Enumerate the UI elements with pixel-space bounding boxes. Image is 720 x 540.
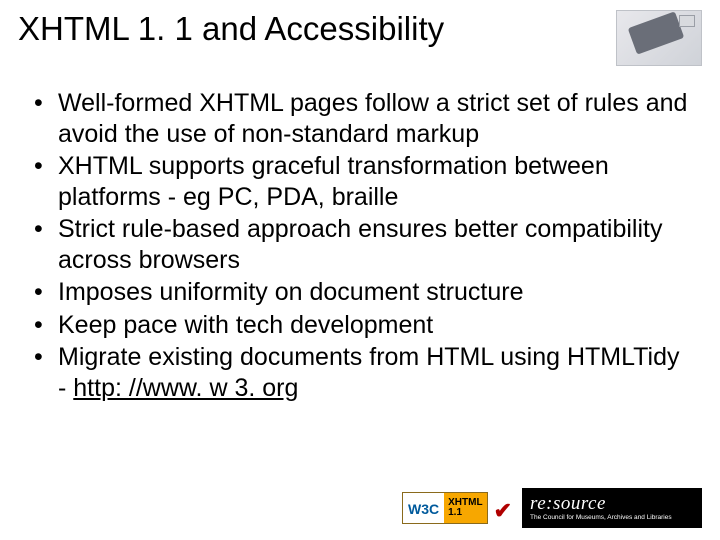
list-item: Well-formed XHTML pages follow a strict … (30, 88, 690, 149)
list-item: Strict rule-based approach ensures bette… (30, 214, 690, 275)
checkmark-icon: ✔ (494, 498, 512, 524)
w3c-badge-right: XHTML 1.1 (444, 493, 486, 523)
list-item: Keep pace with tech development (30, 310, 690, 341)
resource-logo: re:source The Council for Museums, Archi… (522, 488, 702, 528)
footer-logos: W3C XHTML 1.1 ✔ re:source The Council fo… (402, 488, 702, 528)
slide-title: XHTML 1. 1 and Accessibility (18, 10, 444, 48)
htmltidy-link[interactable]: http: //www. w 3. org (73, 374, 298, 402)
resource-tagline: The Council for Museums, Archives and Li… (530, 514, 696, 521)
w3c-line2: 1.1 (448, 508, 482, 519)
list-item: Imposes uniformity on document structure (30, 277, 690, 308)
list-item: XHTML supports graceful transformation b… (30, 151, 690, 212)
bullet-list: Well-formed XHTML pages follow a strict … (30, 88, 690, 403)
resource-name: re:source (530, 494, 696, 513)
w3c-xhtml-badge: W3C XHTML 1.1 (402, 492, 488, 524)
w3c-logo-text: W3C (403, 493, 444, 523)
device-photo (616, 10, 702, 66)
list-item: Migrate existing documents from HTML usi… (30, 342, 690, 403)
slide-body: Well-formed XHTML pages follow a strict … (0, 66, 720, 403)
